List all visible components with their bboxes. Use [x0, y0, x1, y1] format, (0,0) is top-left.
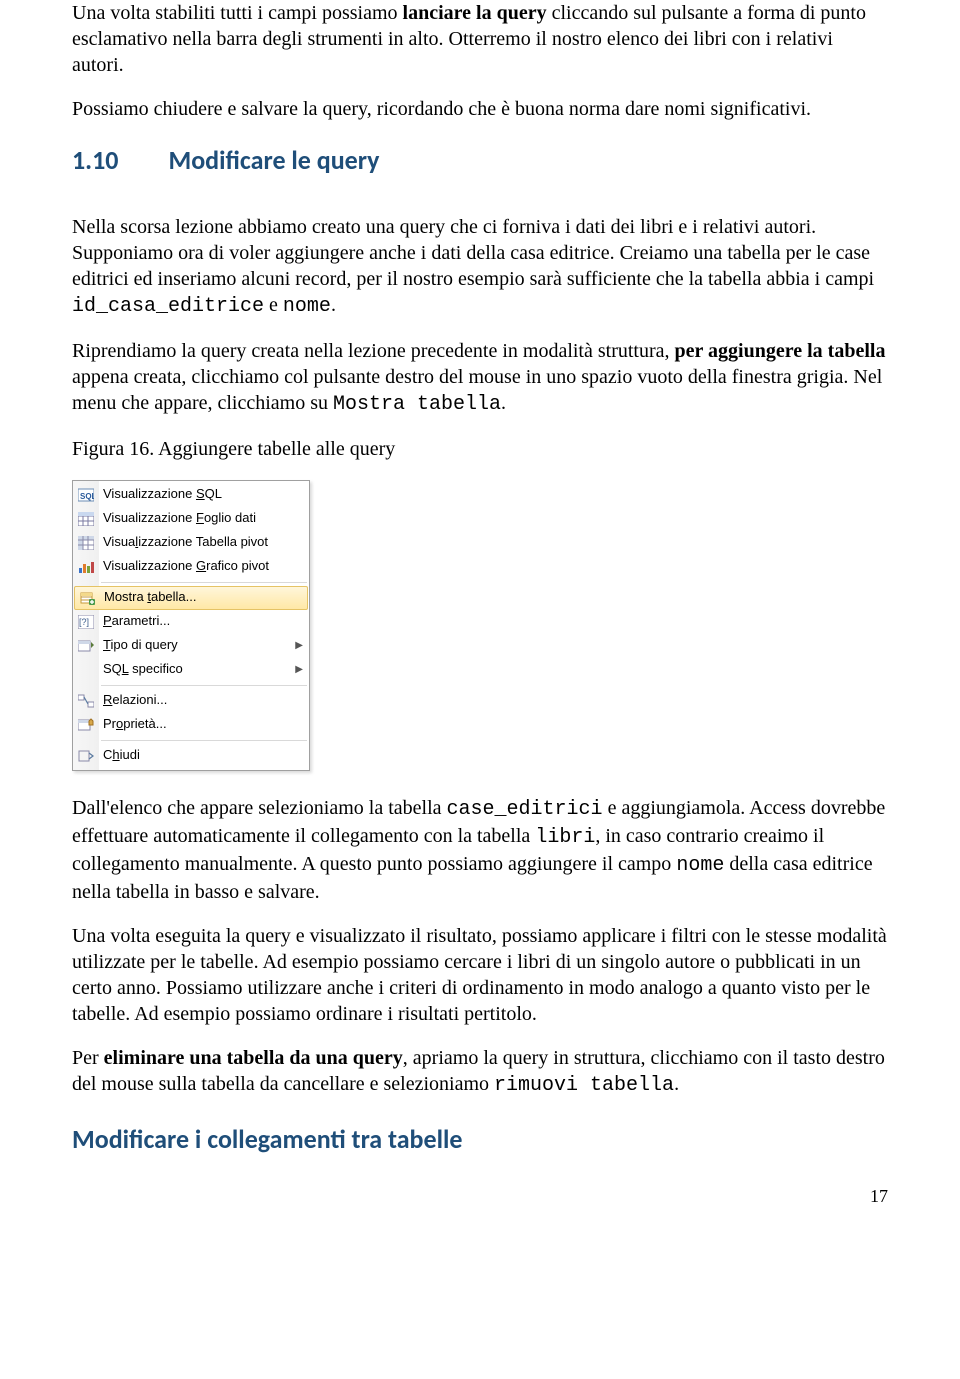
menu-item[interactable]: Proprietà... — [73, 713, 309, 737]
menu-separator — [101, 582, 307, 583]
heading-subsection: Modificare i collegamenti tra tabelle — [72, 1123, 888, 1157]
menu-item-label: Chiudi — [103, 747, 303, 764]
pivot-table-icon — [77, 534, 95, 552]
chart-icon — [77, 558, 95, 576]
paragraph: Nella scorsa lezione abbiamo creato una … — [72, 214, 888, 320]
svg-text:SQL: SQL — [80, 492, 94, 501]
query-type-icon — [77, 637, 95, 655]
relations-icon — [77, 692, 95, 710]
paragraph: Dall'elenco che appare selezioniamo la t… — [72, 795, 888, 905]
svg-text:[?]: [?] — [79, 617, 89, 627]
heading-title: Modificare le query — [168, 144, 379, 178]
menu-item-label: Mostra tabella... — [104, 589, 302, 606]
grid-icon — [77, 510, 95, 528]
blank-icon — [77, 661, 95, 679]
menu-item[interactable]: Mostra tabella... — [74, 586, 308, 610]
menu-item[interactable]: [?] Parametri... — [73, 610, 309, 634]
menu-item-label: Visualizzazione Tabella pivot — [103, 534, 303, 551]
figure-caption: Figura 16. Aggiungere tabelle alle query — [72, 436, 888, 462]
menu-item-label: Visualizzazione Foglio dati — [103, 510, 303, 527]
menu-item-label: SQL specifico — [103, 661, 289, 678]
submenu-arrow-icon: ▶ — [295, 639, 303, 652]
heading-section: 1.10 Modificare le query — [72, 144, 888, 178]
menu-item[interactable]: Visualizzazione Grafico pivot — [73, 555, 309, 579]
heading-number: 1.10 — [72, 144, 118, 178]
page-number: 17 — [0, 1167, 960, 1218]
menu-item-label: Relazioni... — [103, 692, 303, 709]
paragraph: Per eliminare una tabella da una query, … — [72, 1045, 888, 1099]
menu-item-label: Visualizzazione Grafico pivot — [103, 558, 303, 575]
menu-separator — [101, 740, 307, 741]
menu-item-label: Visualizzazione SQL — [103, 486, 303, 503]
menu-item[interactable]: Visualizzazione Foglio dati — [73, 507, 309, 531]
menu-item[interactable]: SQL specifico ▶ — [73, 658, 309, 682]
submenu-arrow-icon: ▶ — [295, 663, 303, 676]
add-table-icon — [78, 589, 96, 607]
menu-item-label: Proprietà... — [103, 716, 303, 733]
menu-item-label: Tipo di query — [103, 637, 289, 654]
menu-item[interactable]: Tipo di query ▶ — [73, 634, 309, 658]
context-menu: SQL Visualizzazione SQL Visualizzazione Fo… — [72, 480, 310, 771]
sql-icon: SQL — [77, 486, 95, 504]
menu-item[interactable]: SQL Visualizzazione SQL — [73, 483, 309, 507]
params-icon: [?] — [77, 613, 95, 631]
paragraph: Una volta stabiliti tutti i campi possia… — [72, 0, 888, 78]
menu-separator — [101, 685, 307, 686]
properties-icon — [77, 716, 95, 734]
menu-item[interactable]: Chiudi — [73, 744, 309, 768]
paragraph: Possiamo chiudere e salvare la query, ri… — [72, 96, 888, 122]
paragraph: Una volta eseguita la query e visualizza… — [72, 923, 888, 1027]
menu-item[interactable]: Visualizzazione Tabella pivot — [73, 531, 309, 555]
paragraph: Riprendiamo la query creata nella lezion… — [72, 338, 888, 418]
menu-item[interactable]: Relazioni... — [73, 689, 309, 713]
menu-item-label: Parametri... — [103, 613, 303, 630]
close-icon — [77, 747, 95, 765]
